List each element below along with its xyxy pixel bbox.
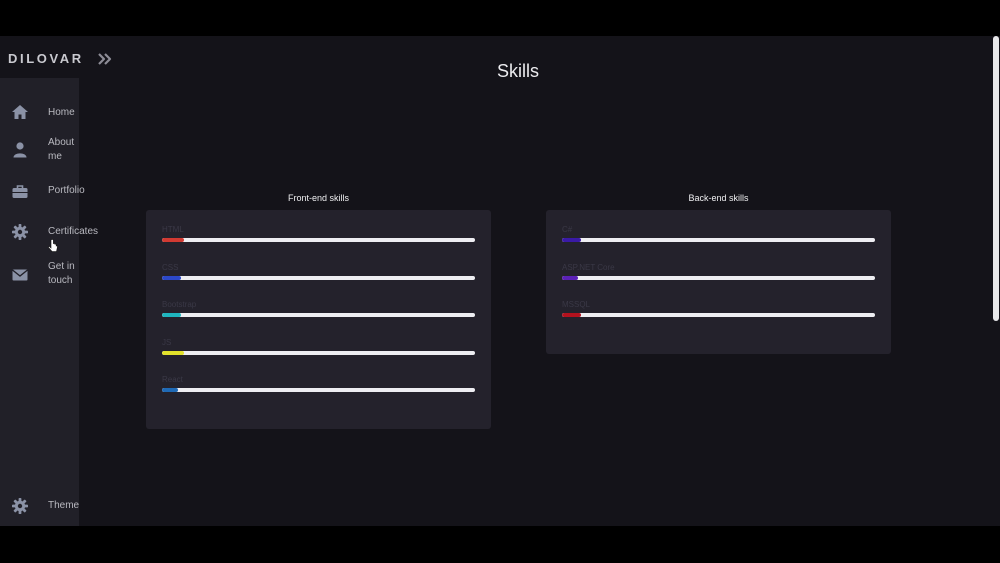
sidebar-item-get-in-touch[interactable]: Get in touch (0, 258, 79, 292)
skill-name: Bootstrap (162, 300, 197, 309)
backend-skills-card: C# ASP.NET Core MSSQL (546, 210, 891, 354)
skill-item: JS (162, 338, 475, 364)
skill-progress-fill (562, 276, 578, 280)
skill-item: MSSQL (562, 300, 875, 326)
skill-name: HTML (162, 225, 184, 234)
briefcase-icon (11, 183, 29, 201)
skill-progress-bar (162, 276, 475, 280)
backend-section-title: Back-end skills (688, 193, 749, 203)
skill-progress-bar (562, 313, 875, 317)
skill-name: CSS (162, 263, 179, 272)
skill-progress-fill (162, 351, 184, 355)
skill-progress-fill (562, 238, 581, 242)
home-icon (11, 103, 29, 121)
skill-item: CSS (162, 263, 475, 289)
sidebar: Home About me Portfolio Certificates Get (0, 78, 98, 526)
skill-progress-bar (162, 351, 475, 355)
mouse-cursor-icon (48, 239, 58, 252)
sidebar-item-label: Certificates (48, 226, 99, 237)
skill-item: C# (562, 225, 875, 251)
skill-progress-bar (562, 238, 875, 242)
sidebar-item-label: Theme (48, 500, 80, 511)
skill-progress-bar (562, 276, 875, 280)
sidebar-item-theme[interactable]: Theme (0, 489, 79, 523)
skill-name: JS (162, 338, 172, 347)
sidebar-item-certificates[interactable]: Certificates (0, 218, 98, 252)
skill-progress-fill (162, 313, 181, 317)
app-window: DILOVAR Home About me Portfolio Certific… (0, 36, 1000, 526)
page-title: Skills (496, 61, 539, 81)
skill-item: React (162, 375, 475, 401)
skill-item: Bootstrap (162, 300, 475, 326)
gear-icon (11, 223, 29, 241)
user-icon (11, 141, 29, 159)
skill-progress-bar (162, 313, 475, 317)
mail-icon (11, 266, 29, 284)
sidebar-item-label: Portfolio (48, 185, 85, 196)
skill-progress-fill (162, 276, 181, 280)
skill-name: ASP.NET Core (562, 263, 615, 272)
sidebar-item-home[interactable]: Home (0, 96, 79, 130)
skill-name: React (162, 375, 183, 384)
skill-name: C# (562, 225, 573, 234)
skill-progress-fill (162, 238, 184, 242)
sidebar-item-label: About me (48, 137, 75, 162)
skill-name: MSSQL (562, 300, 591, 309)
skill-progress-bar (162, 238, 475, 242)
skill-progress-fill (162, 388, 178, 392)
sidebar-item-portfolio[interactable]: Portfolio (0, 178, 85, 212)
frontend-skills-card: HTML CSS Bootstrap JS React (146, 210, 491, 429)
sidebar-item-label: Get in touch (48, 261, 75, 286)
gear-icon (11, 497, 29, 515)
sidebar-item-label: Home (48, 107, 75, 118)
skill-item: HTML (162, 225, 475, 251)
frontend-section-title: Front-end skills (287, 193, 350, 203)
skill-progress-fill (562, 313, 581, 317)
scrollbar-thumb[interactable] (993, 36, 999, 321)
skill-progress-bar (162, 388, 475, 392)
sidebar-item-about[interactable]: About me (0, 132, 79, 166)
skill-item: ASP.NET Core (562, 263, 875, 289)
